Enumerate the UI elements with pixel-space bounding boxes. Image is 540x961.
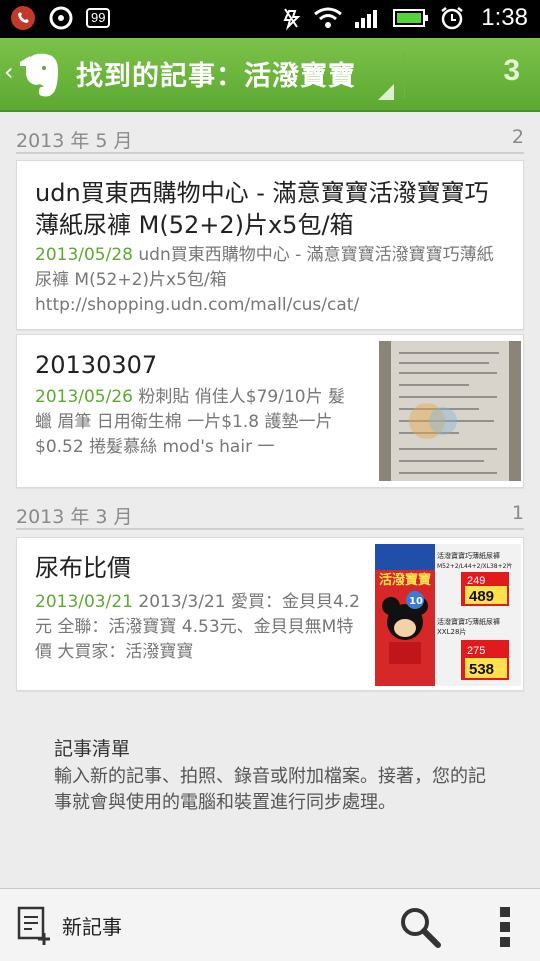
status-bar: 99 1:38 [0, 0, 540, 38]
mute-icon [283, 8, 301, 31]
thumb-price2-small: 275 [467, 645, 485, 657]
note-snippet: 2013/03/21 2013/3/21 愛買：金貝貝4.2元 全聯：活潑寶寶 … [35, 590, 361, 665]
dropdown-indicator-icon[interactable] [378, 84, 394, 100]
battery-icon [393, 9, 429, 27]
new-note-icon [17, 906, 50, 945]
bottom-action-bar: 新記事 [0, 888, 540, 961]
note-card-diaper-compare[interactable]: 尿布比價 2013/03/21 2013/3/21 愛買：金貝貝4.2元 全聯：… [16, 537, 524, 691]
section-divider [16, 152, 524, 154]
result-count: 3 [503, 54, 520, 87]
note-thumbnail-diaper-ad: 活潑寶寶 10 活潑寶寶巧薄紙尿褲 M52+2/L44+2/XL38+2片 24… [375, 544, 521, 686]
note-snippet: 2013/05/26 粉刺貼 俏佳人$79/10片 髮蠟 眉筆 日用衛生棉 一片… [35, 385, 357, 460]
section-divider [16, 528, 524, 530]
note-date: 2013/05/26 [35, 387, 133, 407]
divider [404, 52, 405, 98]
section-label: 2013 年 3 月 [16, 506, 133, 528]
thumb-price2-big: 538 [469, 661, 494, 678]
wifi-icon [314, 7, 343, 28]
title-bar: ‹ 找到的記事：活潑寶寶 3 [0, 38, 540, 112]
page-title[interactable]: 找到的記事：活潑寶寶 [76, 54, 356, 93]
empty-state-body: 輸入新的記事、拍照、錄音或附加檔案。接著，您的記事就會與使用的電腦和裝置進行同步… [54, 766, 486, 813]
alarm-icon [441, 7, 464, 30]
note-date: 2013/05/28 [35, 245, 133, 265]
receipt-image [379, 341, 521, 481]
note-thumbnail-receipt [379, 341, 521, 481]
phone-notification-icon [11, 6, 35, 30]
sync-icon [49, 6, 73, 30]
section-count: 2 [511, 126, 524, 148]
note-title: udn買東西購物中心 - 滿意寶寶活潑寶寶巧薄紙尿褲 M(52+2)片x5包/箱 [35, 179, 489, 239]
note-date: 2013/03/21 [35, 592, 133, 612]
overflow-menu-icon[interactable] [494, 905, 516, 949]
evernote-logo[interactable] [14, 48, 68, 102]
notification-badge: 99 [86, 8, 111, 28]
empty-state-title: 記事清單 [54, 738, 131, 760]
new-note-label: 新記事 [62, 914, 122, 939]
section-count: 1 [511, 502, 524, 524]
note-card-20130307[interactable]: 20130307 2013/05/26 粉刺貼 俏佳人$79/10片 髮蠟 眉筆… [16, 334, 524, 488]
clock: 1:38 [481, 4, 528, 31]
diaper-ad-image: 活潑寶寶 10 活潑寶寶巧薄紙尿褲 M52+2/L44+2/XL38+2片 24… [375, 544, 521, 686]
thumb-price1-big: 489 [469, 588, 494, 605]
note-snippet: 2013/05/28 udn買東西購物中心 - 滿意寶寶活潑寶寶巧薄紙尿褲 M(… [35, 243, 505, 318]
back-chevron-icon[interactable]: ‹ [4, 58, 14, 86]
thumb-line1: 活潑寶寶巧薄紙尿褲 [437, 551, 500, 560]
thumb-line2: M52+2/L44+2/XL38+2片 [437, 562, 512, 570]
note-title: 20130307 [35, 351, 158, 379]
search-icon[interactable] [398, 905, 442, 949]
note-title: 尿布比價 [35, 554, 131, 582]
thumb-line4: XXL28片 [437, 627, 466, 636]
signal-icon [355, 10, 378, 28]
section-label: 2013 年 5 月 [16, 130, 133, 152]
note-card-udn[interactable]: udn買東西購物中心 - 滿意寶寶活潑寶寶巧薄紙尿褲 M(52+2)片x5包/箱… [16, 160, 524, 330]
thumb-line3: 活潑寶寶巧薄紙尿褲 [437, 617, 500, 626]
thumb-brand: 活潑寶寶 [379, 572, 431, 588]
thumb-price1-small: 249 [467, 575, 485, 587]
new-note-button[interactable]: 新記事 [16, 905, 122, 945]
thumb-tag: 10 [409, 596, 423, 607]
